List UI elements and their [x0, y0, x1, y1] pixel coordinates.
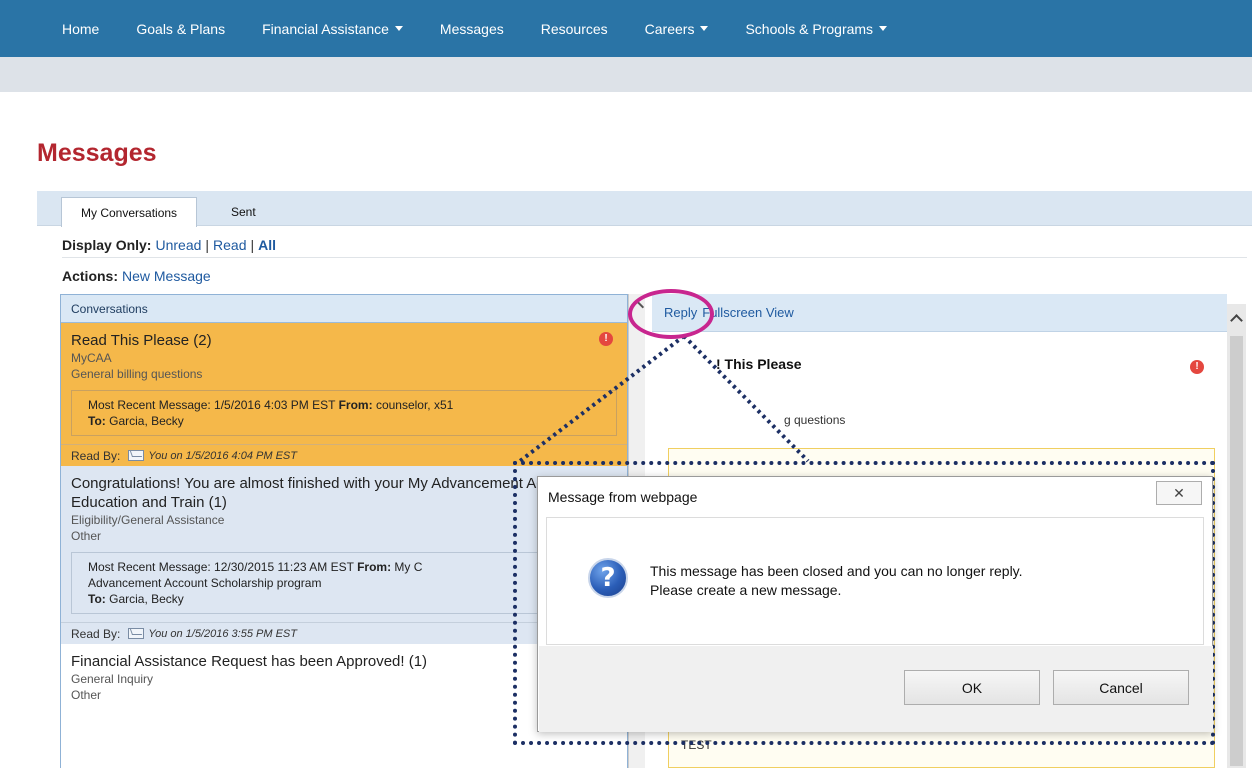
- callout-line-right: [682, 334, 810, 463]
- recent-message-line: Advancement Account Scholarship program: [88, 576, 322, 590]
- conversation-category: General billing questions: [71, 367, 203, 381]
- from-label: From:: [357, 560, 392, 574]
- question-icon: ?: [588, 558, 628, 598]
- nav-careers[interactable]: Careers: [645, 21, 709, 37]
- nav-careers-label: Careers: [644, 20, 695, 37]
- actions-label: Actions:: [62, 268, 118, 284]
- alert-icon: !: [599, 332, 613, 346]
- caret-down-icon: [394, 26, 403, 31]
- filter-all-link[interactable]: All: [258, 237, 276, 253]
- display-only-label: Display Only:: [62, 236, 152, 253]
- read-by-label: Read By:: [71, 448, 121, 463]
- nav-home-label: Home: [62, 20, 100, 37]
- top-nav: Home Goals & Plans Financial Assistance …: [0, 0, 1252, 57]
- filter-read-link[interactable]: Read: [213, 237, 246, 253]
- nav-resources-label: Resources: [540, 20, 608, 37]
- read-by-label: Read By:: [71, 626, 121, 641]
- conversation-title: Read This Please (2): [71, 332, 212, 349]
- envelope-open-icon: [128, 450, 145, 461]
- from-value: My C: [394, 560, 423, 574]
- tab-bar: My Conversations Sent: [37, 191, 1252, 227]
- conversation-item[interactable]: Read This Please (2) ! MyCAA General bil…: [61, 323, 627, 466]
- tab-my-conversations[interactable]: My Conversations: [61, 197, 198, 227]
- nav-financial-assistance[interactable]: Financial Assistance: [262, 21, 403, 37]
- filter-separator: |: [205, 236, 210, 253]
- nav-messages-label: Messages: [439, 20, 504, 37]
- dialog-footer: OK Cancel: [539, 646, 1213, 732]
- sub-bar: [0, 57, 1252, 92]
- message-dialog: Message from webpage ✕ ? This message ha…: [537, 476, 1213, 732]
- to-value: Garcia, Becky: [109, 592, 184, 606]
- detail-category: g questions: [784, 413, 846, 427]
- recent-message-box: Most Recent Message: 1/5/2016 4:03 PM ES…: [71, 390, 617, 436]
- nav-home[interactable]: Home: [62, 21, 99, 37]
- page-title: Messages: [37, 139, 157, 167]
- nav-goals-plans-label: Goals & Plans: [136, 20, 226, 37]
- to-label: To:: [88, 592, 106, 606]
- recent-message-date: Most Recent Message: 12/30/2015 11:23 AM…: [88, 560, 354, 574]
- scrollbar-thumb[interactable]: [1230, 336, 1243, 766]
- scroll-up-icon[interactable]: [1230, 314, 1243, 327]
- dialog-message-line1: This message has been closed and you can…: [650, 563, 1023, 579]
- highlight-circle: [628, 289, 714, 339]
- nav-resources[interactable]: Resources: [541, 21, 608, 37]
- caret-down-icon: [700, 26, 709, 31]
- tab-sent[interactable]: Sent: [212, 197, 275, 227]
- nav-goals-plans[interactable]: Goals & Plans: [136, 21, 225, 37]
- from-value: counselor, x51: [375, 398, 454, 412]
- to-value: Garcia, Becky: [109, 414, 184, 428]
- detail-toolbar: Reply Fullscreen View: [652, 294, 1227, 332]
- actions-row: Actions: New Message: [62, 268, 211, 284]
- dialog-message: This message has been closed and you can…: [650, 562, 1023, 600]
- dialog-body: ? This message has been closed and you c…: [546, 517, 1204, 645]
- nav-schools-programs[interactable]: Schools & Programs: [745, 20, 888, 37]
- conversation-source: MyCAA: [71, 351, 112, 365]
- read-by-value: You on 1/5/2016 3:55 PM EST: [148, 627, 297, 640]
- filter-separator: |: [250, 236, 255, 253]
- nav-financial-assistance-label: Financial Assistance: [262, 20, 389, 37]
- detail-scrollbar[interactable]: [1227, 304, 1246, 768]
- cancel-button[interactable]: Cancel: [1053, 670, 1189, 705]
- ok-button[interactable]: OK: [904, 670, 1040, 705]
- close-button[interactable]: ✕: [1156, 481, 1202, 505]
- display-filter: Display Only: Unread | Read | All: [62, 232, 1247, 258]
- fullscreen-view-link[interactable]: Fullscreen View: [702, 305, 794, 320]
- envelope-open-icon: [128, 628, 145, 639]
- read-by-value: You on 1/5/2016 4:04 PM EST: [148, 449, 297, 462]
- nav-schools-programs-label: Schools & Programs: [745, 20, 874, 37]
- filter-unread-link[interactable]: Unread: [155, 237, 201, 253]
- dialog-title: Message from webpage: [548, 489, 698, 505]
- dialog-message-line2: Please create a new message.: [650, 582, 842, 598]
- caret-down-icon: [879, 26, 888, 31]
- conversations-header: Conversations: [61, 295, 627, 323]
- new-message-link[interactable]: New Message: [122, 268, 211, 284]
- alert-icon: !: [1190, 360, 1204, 374]
- nav-messages[interactable]: Messages: [440, 21, 504, 37]
- detail-title: ! This Please: [716, 356, 802, 372]
- recent-message-date: Most Recent Message: 1/5/2016 4:03 PM ES…: [88, 398, 336, 412]
- from-label: From:: [338, 398, 373, 412]
- to-label: To:: [88, 414, 106, 428]
